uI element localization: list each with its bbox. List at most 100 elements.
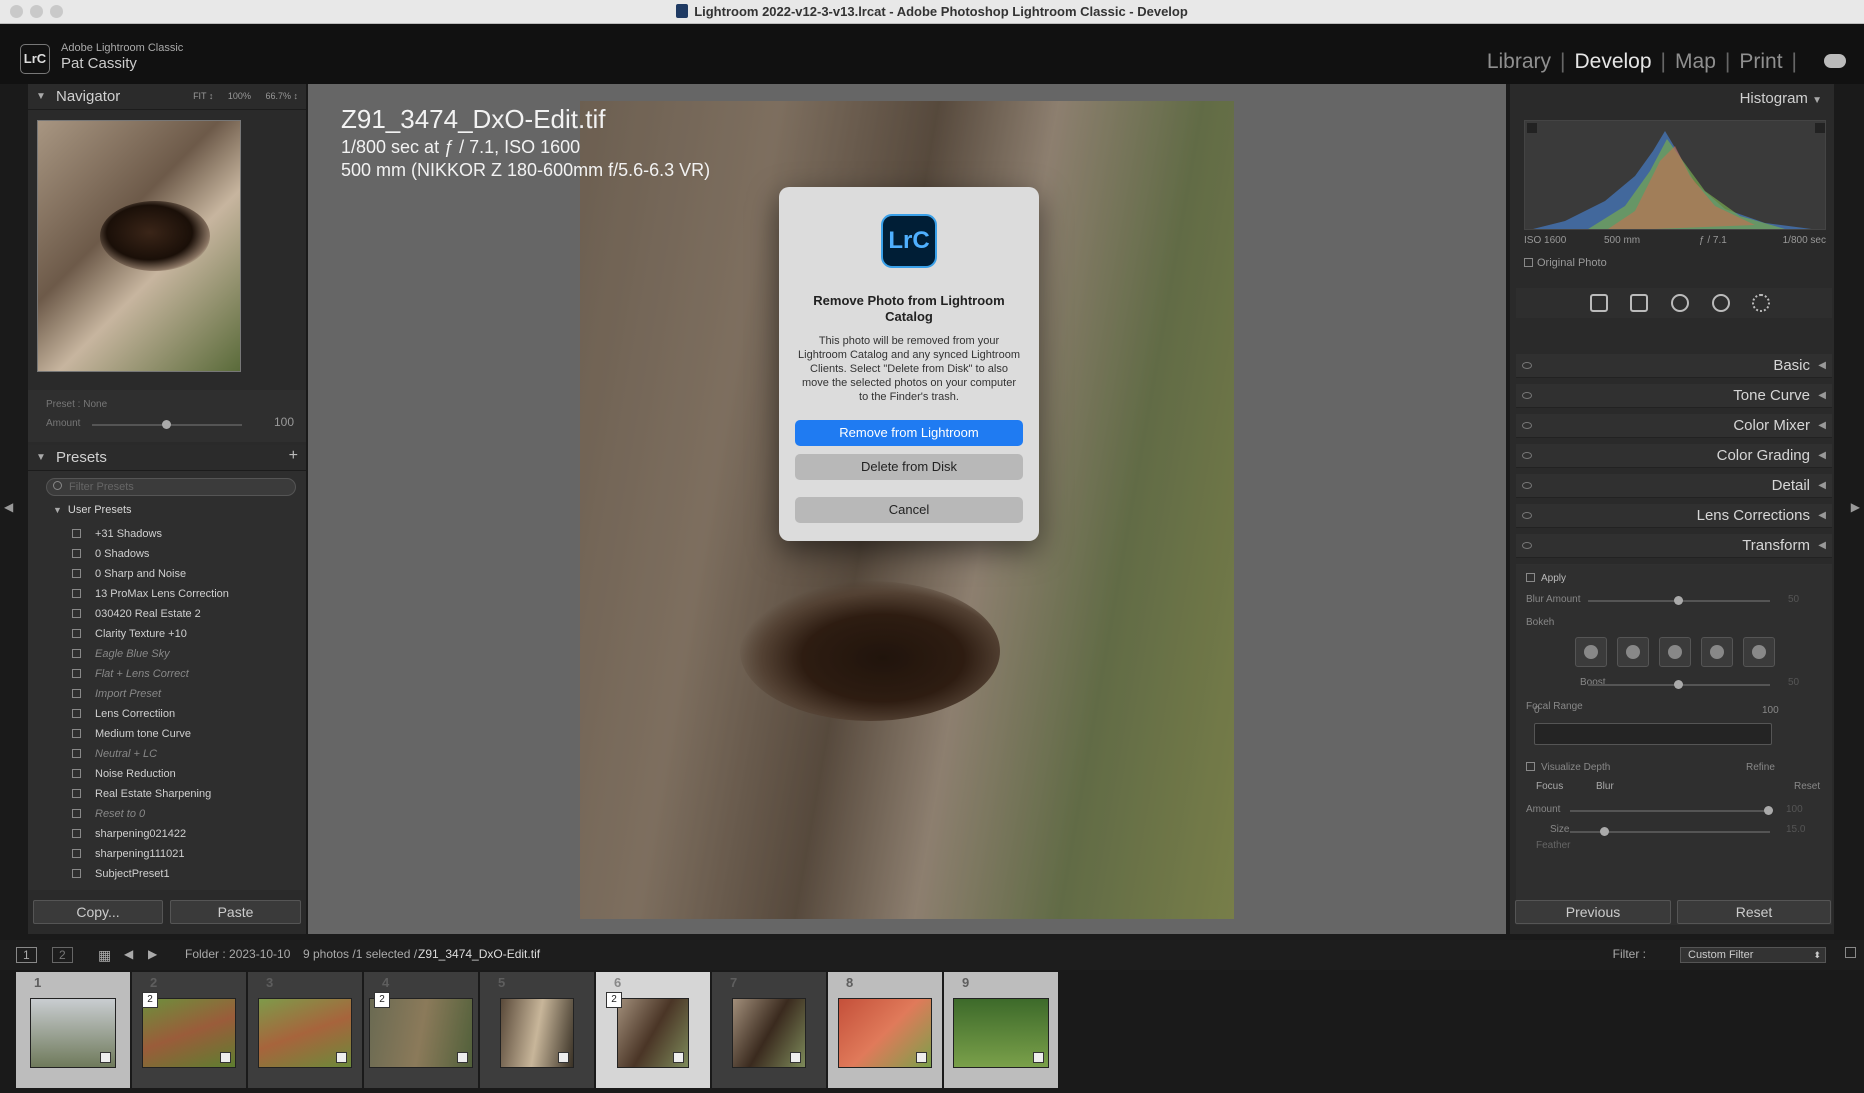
zoom-custom[interactable]: 66.7% ↕: [265, 91, 298, 101]
presets-header[interactable]: ▼ Presets +: [28, 445, 306, 471]
masking-icon[interactable]: [1752, 294, 1770, 312]
section-detail[interactable]: Detail ◀: [1516, 474, 1832, 498]
blur-amount-knob[interactable]: [1674, 596, 1683, 605]
histogram-graph[interactable]: [1524, 120, 1826, 230]
bokeh-soap-bubble-button[interactable]: [1617, 637, 1649, 667]
thumbnail[interactable]: [258, 998, 352, 1068]
thumbnail[interactable]: [142, 998, 236, 1068]
section-lens-corrections[interactable]: Lens Corrections ◀: [1516, 504, 1832, 528]
expand-triangle-icon[interactable]: ◀: [1818, 450, 1826, 461]
section-tone-curve[interactable]: Tone Curve ◀: [1516, 384, 1832, 408]
filmstrip-cell[interactable]: 62: [596, 972, 710, 1088]
thumbnail[interactable]: [732, 998, 806, 1068]
focus-tab[interactable]: Focus: [1536, 781, 1563, 792]
zoom-fit[interactable]: FIT ↕: [193, 91, 213, 101]
apply-checkbox[interactable]: Apply: [1526, 573, 1566, 584]
back-arrow-icon[interactable]: ◀: [124, 947, 133, 961]
boost-knob[interactable]: [1674, 680, 1683, 689]
stack-count-badge[interactable]: 2: [142, 992, 158, 1008]
section-color-mixer[interactable]: Color Mixer ◀: [1516, 414, 1832, 438]
expand-triangle-icon[interactable]: ◀: [1818, 480, 1826, 491]
crop-icon[interactable]: [1630, 294, 1648, 312]
filter-lock-icon[interactable]: [1845, 947, 1856, 958]
amount-slider[interactable]: [92, 420, 242, 429]
preset-item[interactable]: sharpening111021: [72, 846, 292, 866]
refine-amount-knob[interactable]: [1764, 806, 1773, 815]
stack-count-badge[interactable]: 2: [606, 992, 622, 1008]
filter-dropdown[interactable]: Custom Filter ⬍: [1680, 947, 1826, 963]
refine-reset[interactable]: Reset: [1794, 781, 1820, 792]
folder-path[interactable]: Folder : 2023-10-10: [185, 947, 290, 961]
thumbnail[interactable]: [838, 998, 932, 1068]
expand-triangle-icon[interactable]: ◀: [1818, 510, 1826, 521]
second-window-button[interactable]: 2: [52, 947, 73, 963]
expand-triangle-icon[interactable]: ◀: [1818, 420, 1826, 431]
reset-button[interactable]: Reset: [1677, 900, 1831, 924]
preset-item[interactable]: Import Preset: [72, 686, 292, 706]
expand-triangle-icon[interactable]: ◀: [1818, 390, 1826, 401]
bokeh-blade-button[interactable]: [1659, 637, 1691, 667]
histogram-header[interactable]: Histogram ▼: [1740, 90, 1822, 107]
visibility-eye-icon[interactable]: [1522, 452, 1532, 459]
visibility-eye-icon[interactable]: [1522, 512, 1532, 519]
bokeh-ring-button[interactable]: [1701, 637, 1733, 667]
filmstrip-cell[interactable]: 8: [828, 972, 942, 1088]
navigator-preview[interactable]: [37, 120, 241, 372]
zoom-100[interactable]: 100%: [228, 91, 251, 101]
remove-from-lightroom-button[interactable]: Remove from Lightroom: [795, 420, 1023, 446]
collapse-triangle-icon[interactable]: ▼: [36, 91, 46, 102]
section-basic[interactable]: Basic ◀: [1516, 354, 1832, 378]
preset-item[interactable]: Real Estate Sharpening: [72, 786, 292, 806]
current-filename[interactable]: Z91_3474_DxO-Edit.tif: [418, 947, 540, 961]
visibility-eye-icon[interactable]: [1522, 392, 1532, 399]
blur-amount-slider[interactable]: [1588, 596, 1770, 605]
paste-button[interactable]: Paste: [170, 900, 301, 924]
refine-amount-slider[interactable]: [1570, 806, 1773, 815]
forward-arrow-icon[interactable]: ▶: [148, 947, 157, 961]
grid-view-icon[interactable]: ▦: [98, 947, 111, 964]
filmstrip-cell[interactable]: 7: [712, 972, 826, 1088]
thumbnail[interactable]: [953, 998, 1049, 1068]
section-transform[interactable]: Transform ◀: [1516, 534, 1832, 558]
visibility-eye-icon[interactable]: [1522, 482, 1532, 489]
original-photo-checkbox[interactable]: Original Photo: [1524, 257, 1607, 269]
preset-item[interactable]: Clarity Texture +10: [72, 626, 292, 646]
filter-presets-input[interactable]: Filter Presets: [46, 478, 296, 496]
expand-triangle-icon[interactable]: ◀: [1818, 540, 1826, 551]
preset-item[interactable]: sharpening021422: [72, 826, 292, 846]
preset-item[interactable]: 0 Shadows: [72, 546, 292, 566]
boost-slider[interactable]: [1588, 680, 1770, 689]
visibility-eye-icon[interactable]: [1522, 362, 1532, 369]
amount-slider-knob[interactable]: [162, 420, 171, 429]
thumbnail[interactable]: [30, 998, 116, 1068]
filmstrip-cell[interactable]: 3: [248, 972, 362, 1088]
bokeh-circle-button[interactable]: [1575, 637, 1607, 667]
collapse-triangle-icon[interactable]: ▼: [36, 452, 46, 463]
previous-button[interactable]: Previous: [1515, 900, 1671, 924]
expand-triangle-icon[interactable]: ◀: [1818, 360, 1826, 371]
bokeh-cat-eye-button[interactable]: [1743, 637, 1775, 667]
blur-tab[interactable]: Blur: [1596, 781, 1614, 792]
preset-item[interactable]: Eagle Blue Sky: [72, 646, 292, 666]
right-panel-toggle-icon[interactable]: ▶: [1851, 500, 1860, 514]
visibility-eye-icon[interactable]: [1522, 542, 1532, 549]
module-library[interactable]: Library: [1487, 50, 1551, 74]
cloud-sync-icon[interactable]: [1824, 54, 1846, 68]
copy-button[interactable]: Copy...: [33, 900, 163, 924]
main-window-button[interactable]: 1: [16, 947, 37, 963]
preset-item[interactable]: Noise Reduction: [72, 766, 292, 786]
focal-range-bar[interactable]: [1534, 723, 1772, 745]
preset-item[interactable]: 030420 Real Estate 2: [72, 606, 292, 626]
navigator-header[interactable]: ▼ Navigator FIT ↕ 100% 66.7% ↕: [28, 84, 306, 110]
module-map[interactable]: Map: [1675, 50, 1716, 74]
refine-label[interactable]: Refine: [1746, 762, 1775, 773]
thumbnail[interactable]: [617, 998, 689, 1068]
size-knob[interactable]: [1600, 827, 1609, 836]
preset-item[interactable]: Neutral + LC: [72, 746, 292, 766]
preset-item[interactable]: SubjectPreset1: [72, 866, 292, 886]
module-print[interactable]: Print: [1739, 50, 1782, 74]
filmstrip-cell[interactable]: 9: [944, 972, 1058, 1088]
visibility-eye-icon[interactable]: [1522, 422, 1532, 429]
stack-count-badge[interactable]: 2: [374, 992, 390, 1008]
edit-sliders-icon[interactable]: [1590, 294, 1608, 312]
